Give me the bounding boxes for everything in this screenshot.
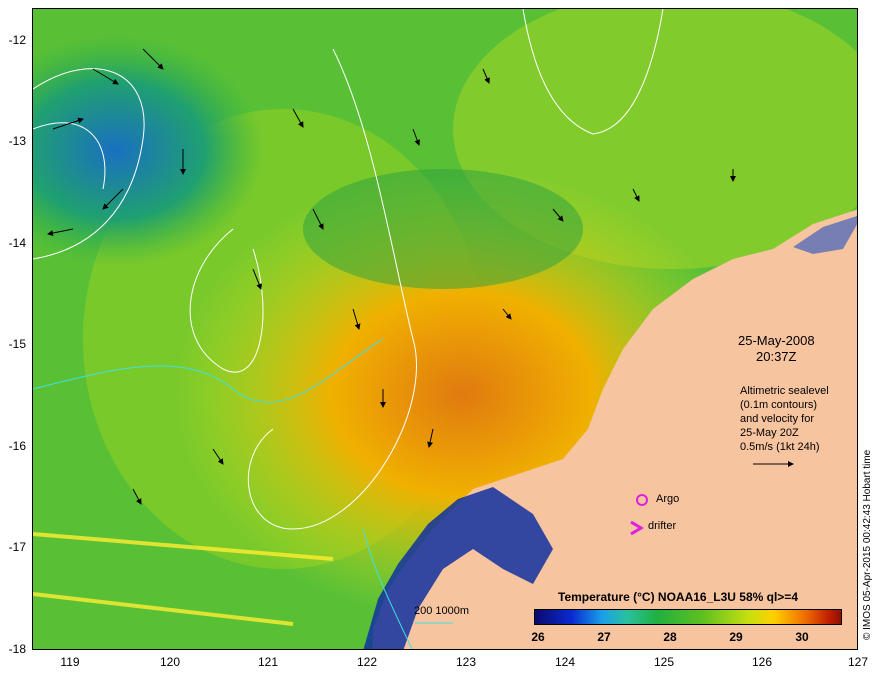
timestamp-time: 20:37Z	[756, 349, 797, 364]
lon-label: 123	[455, 655, 477, 669]
sst-map	[33, 9, 857, 649]
lat-label: -13	[8, 134, 26, 148]
lat-label: -17	[8, 540, 26, 554]
colorbar-tick: 26	[531, 630, 545, 644]
colorbar-title: Temperature (°C) NOAA16_L3U 58% ql>=4	[558, 590, 798, 604]
legend-line: (0.1m contours)	[740, 399, 818, 411]
lon-label: 125	[653, 655, 675, 669]
legend-line: 25-May 20Z	[740, 427, 799, 439]
colorbar-tick: 27	[597, 630, 611, 644]
lat-label: -12	[8, 33, 26, 47]
colorbar-tick: 29	[729, 630, 743, 644]
legend-line: Altimetric sealevel	[740, 385, 829, 397]
lat-label: -16	[8, 439, 26, 453]
lon-label: 126	[751, 655, 773, 669]
lon-label: 122	[356, 655, 378, 669]
colorbar-tick: 28	[663, 630, 677, 644]
lat-label: -14	[8, 236, 26, 250]
lat-label: -15	[8, 337, 26, 351]
argo-label: Argo	[656, 493, 680, 505]
temperature-colorbar	[534, 609, 842, 625]
lon-label: 124	[554, 655, 576, 669]
lon-label: 121	[257, 655, 279, 669]
lon-label: 127	[847, 655, 869, 669]
legend-line: and velocity for	[740, 413, 814, 425]
map-area[interactable]	[32, 8, 858, 650]
drifter-label: drifter	[648, 520, 677, 532]
timestamp-date: 25-May-2008	[738, 333, 815, 348]
copyright-credit: © IMOS 05-Apr-2015 00:42:43 Hobart time	[862, 449, 873, 640]
colorbar-tick: 30	[795, 630, 809, 644]
sealevel-legend: Altimetric sealevel (0.1m contours) and …	[740, 384, 829, 454]
legend-line: 0.5m/s (1kt 24h)	[740, 441, 820, 453]
lon-label: 119	[60, 655, 80, 669]
lon-label: 120	[159, 655, 181, 669]
lat-label: -18	[8, 642, 26, 656]
depth-legend-label: 200 1000m	[414, 605, 470, 617]
